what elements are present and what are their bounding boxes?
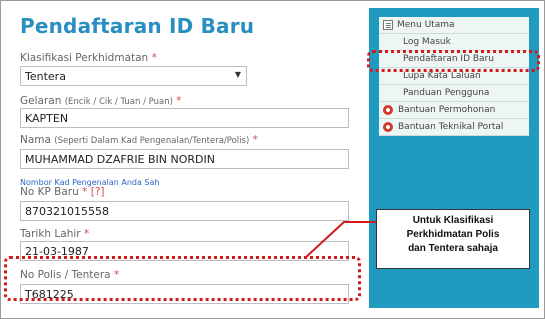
callout-line: Perkhidmatan Polis [406, 229, 500, 240]
callout-line: dan Tentera sahaja [408, 243, 498, 254]
callout-pointer [304, 221, 376, 259]
callout-line: Untuk Klasifikasi [412, 215, 494, 226]
callout-pointer-line [304, 221, 376, 259]
callout-note: Untuk Klasifikasi Perkhidmatan Polis dan… [376, 209, 530, 269]
